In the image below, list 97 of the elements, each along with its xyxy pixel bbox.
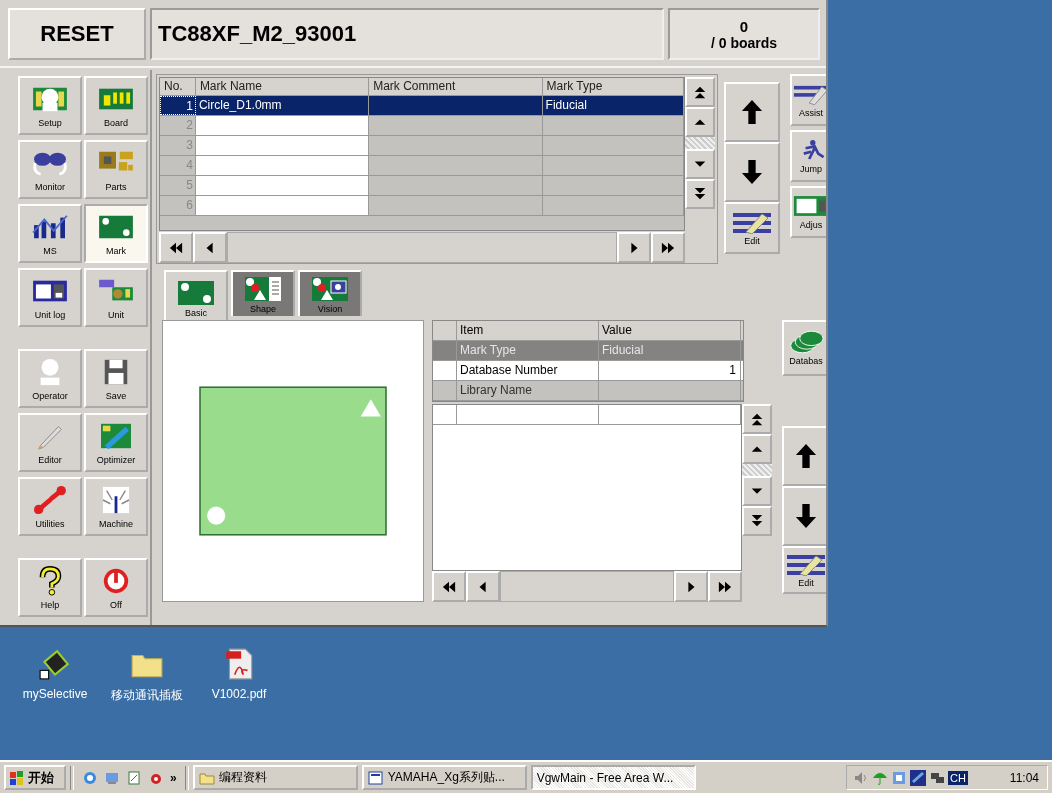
sidebar-button[interactable]: Mark xyxy=(84,204,148,263)
windows-logo-icon xyxy=(9,769,25,786)
stacked-discs-icon xyxy=(788,330,824,354)
double-left-arrow-icon xyxy=(442,579,456,594)
scroll-bottom-button[interactable] xyxy=(742,506,772,536)
sidebar-button[interactable]: Unit xyxy=(84,268,148,327)
sidebar-button[interactable]: Help xyxy=(18,558,82,617)
double-up-arrow-icon xyxy=(750,412,764,426)
next-button[interactable] xyxy=(617,232,651,263)
board-icon xyxy=(177,279,215,307)
property-name: Mark Type xyxy=(460,343,516,357)
scroll-track[interactable] xyxy=(685,137,715,149)
sidebar-button[interactable]: Setup xyxy=(18,76,82,135)
double-right-arrow-icon xyxy=(661,240,675,255)
scroll-track[interactable] xyxy=(742,464,772,476)
column-header: Value xyxy=(599,321,741,340)
desktop-shortcut[interactable]: V1002.pdf xyxy=(200,647,278,760)
monitor-icon xyxy=(793,194,826,218)
sidebar-button[interactable]: Off xyxy=(84,558,148,617)
boards-label: / 0 boards xyxy=(710,34,778,51)
last-button[interactable] xyxy=(651,232,685,263)
down-arrow-icon xyxy=(795,503,817,529)
down-arrow-icon xyxy=(741,159,763,185)
sidebar-button[interactable]: Machine xyxy=(84,477,148,536)
edit-icon xyxy=(732,210,772,234)
double-left-arrow-icon xyxy=(169,240,183,255)
table-cell: Fiducial xyxy=(545,98,587,112)
chip-icon xyxy=(38,647,72,681)
sidebar-button[interactable]: Save xyxy=(84,349,148,408)
previous-button[interactable] xyxy=(466,571,500,602)
tool-button[interactable]: Jump xyxy=(790,130,826,182)
up-arrow-icon xyxy=(795,443,817,469)
scroll-top-button[interactable] xyxy=(742,404,772,434)
shape-board-icon xyxy=(244,275,282,303)
sidebar-button[interactable]: Unit log xyxy=(18,268,82,327)
property-value: Fiducial xyxy=(602,343,644,357)
move-down-button[interactable] xyxy=(724,142,780,202)
double-down-arrow-icon xyxy=(693,187,707,201)
reset-button[interactable]: RESET xyxy=(8,8,146,60)
double-up-arrow-icon xyxy=(693,85,707,99)
tab[interactable]: Shape xyxy=(231,270,295,316)
property-name: Library Name xyxy=(460,383,533,397)
tool-button[interactable]: Assist xyxy=(790,74,826,126)
next-button[interactable] xyxy=(674,571,708,602)
first-button[interactable] xyxy=(159,232,193,263)
row-number: 1 xyxy=(160,96,196,115)
camera-board-icon xyxy=(311,275,349,303)
edit-button[interactable]: Edit xyxy=(782,546,826,594)
property-row[interactable]: Database Number 1 xyxy=(433,361,743,381)
property-name: Database Number xyxy=(460,363,558,377)
sidebar-button[interactable]: Utilities xyxy=(18,477,82,536)
sidebar-button[interactable]: Monitor xyxy=(18,140,82,199)
desktop-shortcut[interactable]: mySelective xyxy=(16,647,94,760)
more-icons-button[interactable]: » xyxy=(170,770,177,785)
taskbar-button[interactable]: VgwMain - Free Area W... xyxy=(530,765,696,790)
tool-button[interactable]: Adjus xyxy=(790,186,826,238)
start-button[interactable]: 开始 xyxy=(4,765,66,790)
move-down-button[interactable] xyxy=(782,486,826,546)
column-header: Item xyxy=(457,321,599,340)
database-button[interactable]: Databas xyxy=(782,320,826,376)
previous-button[interactable] xyxy=(193,232,227,263)
scroll-top-button[interactable] xyxy=(685,77,715,107)
board-count: 0 xyxy=(739,17,749,35)
clock: 11:04 xyxy=(1009,770,1039,785)
desktop-shortcut[interactable]: 移动通讯插板 xyxy=(108,647,186,760)
move-up-button[interactable] xyxy=(724,82,780,142)
browser-icon[interactable] xyxy=(82,769,98,786)
sidebar-button[interactable]: Parts xyxy=(84,140,148,199)
edit-button[interactable]: Edit xyxy=(724,202,780,254)
document-icon xyxy=(367,769,384,786)
tab[interactable]: Vision xyxy=(298,270,362,316)
sidebar-button[interactable]: Operator xyxy=(18,349,82,408)
table-row[interactable]: 1 Circle_D1.0mm Fiducial xyxy=(160,96,684,116)
scroll-up-button[interactable] xyxy=(685,107,715,137)
sidebar-button[interactable]: Board xyxy=(84,76,148,135)
tab[interactable]: Basic xyxy=(164,270,228,320)
table-cell: Circle_D1.0mm xyxy=(198,98,282,112)
notepad-icon[interactable] xyxy=(126,769,142,786)
sidebar-button[interactable]: Editor xyxy=(18,413,82,472)
first-button[interactable] xyxy=(432,571,466,602)
last-button[interactable] xyxy=(708,571,742,602)
property-row[interactable]: Library Name xyxy=(433,381,743,401)
scroll-up-button[interactable] xyxy=(742,434,772,464)
sidebar-button[interactable]: MS xyxy=(18,204,82,263)
double-right-arrow-icon xyxy=(718,579,732,594)
up-arrow-icon xyxy=(741,99,763,125)
taskbar-button[interactable]: 编程资料 xyxy=(192,765,358,790)
scroll-down-button[interactable] xyxy=(742,476,772,506)
taskbar-button[interactable]: YAMAHA_Xg系列贴... xyxy=(361,765,527,790)
sidebar-button[interactable]: Optimizer xyxy=(84,413,148,472)
program-name-field: TC88XF_M2_93001 xyxy=(150,8,664,60)
input-language-button[interactable]: CH xyxy=(948,770,968,785)
property-value: 1 xyxy=(729,363,736,377)
scroll-down-button[interactable] xyxy=(685,149,715,179)
move-up-button[interactable] xyxy=(782,426,826,486)
scroll-bottom-button[interactable] xyxy=(685,179,715,209)
double-down-arrow-icon xyxy=(750,514,764,528)
